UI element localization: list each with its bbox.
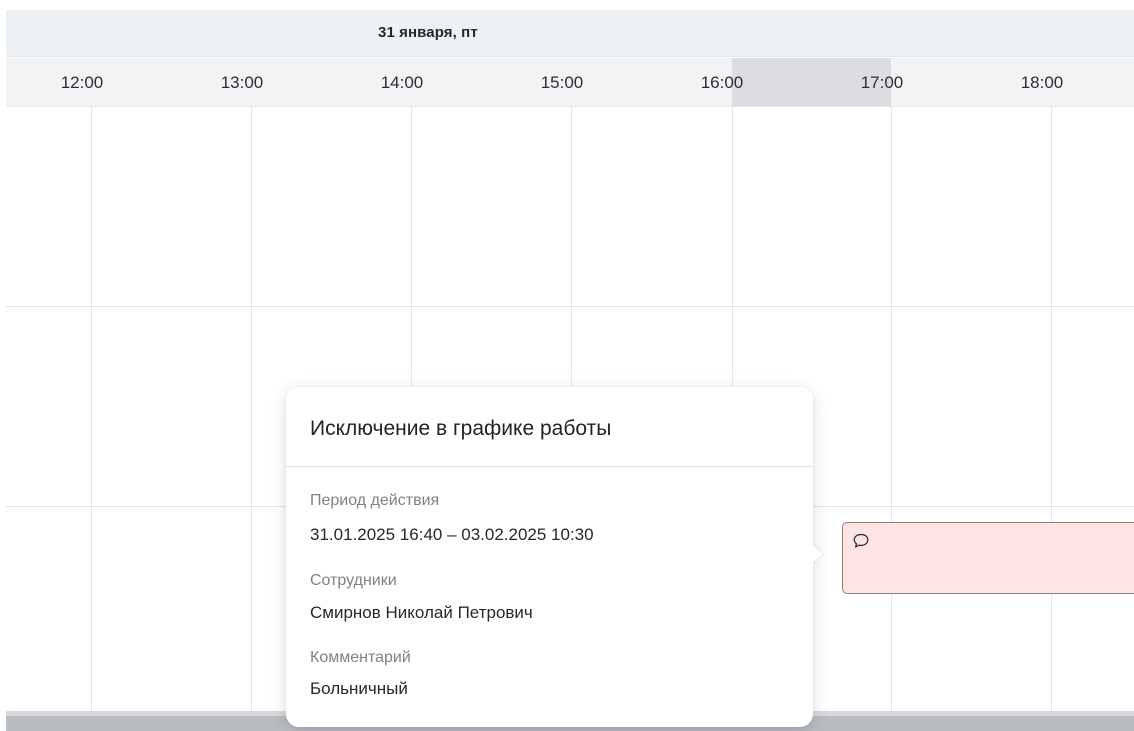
grid-row-line [6,306,1134,307]
time-label-16: 16:00 [700,73,744,92]
date-header: 31 января, пт [6,10,1134,57]
exception-details-popover: Исключение в графике работы Период дейст… [286,387,823,727]
popover-divider [286,466,813,467]
time-label-18: 18:00 [1020,73,1064,92]
comment-icon [853,533,869,548]
grid-column-line [251,107,252,711]
schedule-calendar: 31 января, пт 12:00 13:00 14:00 15:00 16… [0,0,1134,731]
grid-column-line [891,107,892,711]
time-axis-header: 12:00 13:00 14:00 15:00 16:00 17:00 18:0… [6,58,1134,107]
employees-value: Смирнов Николай Петрович [310,603,533,622]
grid-column-line [91,107,92,711]
period-label: Период действия [310,492,440,509]
popover-arrow [811,544,823,564]
time-label-17: 17:00 [860,73,904,92]
comment-value: Больничный [310,679,408,698]
time-label-15: 15:00 [540,73,584,92]
date-label: 31 января, пт [378,24,478,41]
popover-title: Исключение в графике работы [310,417,612,440]
period-value: 31.01.2025 16:40 – 03.02.2025 10:30 [310,525,594,544]
comment-label: Комментарий [310,649,411,666]
employees-label: Сотрудники [310,572,397,589]
time-label-12: 12:00 [60,73,104,92]
grid-column-line [1051,107,1052,711]
time-label-13: 13:00 [220,73,264,92]
time-label-14: 14:00 [380,73,424,92]
schedule-exception-event[interactable] [842,522,1134,594]
